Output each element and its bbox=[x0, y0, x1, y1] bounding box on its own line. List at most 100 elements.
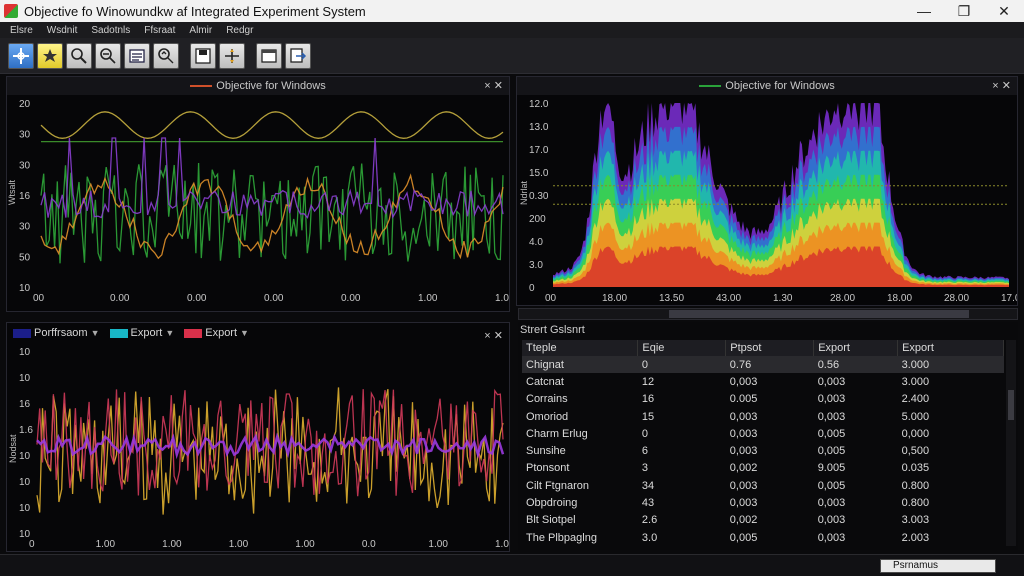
y-tick-label: 200 bbox=[529, 214, 546, 225]
table-cell: 0,003 bbox=[817, 393, 846, 406]
data-table: Tteple Eqie Ptpsot Export Export Chignat… bbox=[522, 340, 1004, 546]
table-cell: 0,003 bbox=[817, 531, 846, 544]
table-cell: 0.035 bbox=[901, 462, 930, 475]
vertical-scrollbar[interactable] bbox=[1006, 340, 1016, 546]
x-tick-label: 1.00 bbox=[495, 539, 509, 550]
column-header[interactable]: Export bbox=[813, 340, 899, 356]
series-selector-bar: Porffrsaom ▼ Export ▼ Export ▼ bbox=[13, 327, 249, 339]
minimize-button[interactable]: — bbox=[904, 3, 944, 19]
export-tool-button[interactable] bbox=[285, 42, 311, 69]
table-cell: 0,003 bbox=[817, 514, 846, 527]
menu-item-1[interactable]: Elsre bbox=[10, 25, 33, 36]
x-tick-label: 1.00 bbox=[495, 293, 509, 304]
panel-header: Objective for Windows × ✕ bbox=[7, 77, 509, 95]
y-tick-label: 10 bbox=[19, 373, 31, 384]
table-row[interactable]: Blt Siotpel 2.6 0,002 0,003 3.003 bbox=[522, 512, 1004, 529]
table-cell: 0,005 bbox=[817, 427, 846, 440]
top-left-chart[interactable]: Wtsalt 20 30 30 16 30 50 1000 0.00 0.00 0.00 0.00 1… bbox=[7, 95, 509, 311]
series-swatch bbox=[13, 328, 31, 338]
bottom-left-chart[interactable]: Nodsat 1010161.6101010100 1.00 1.00 1.00 1.0… bbox=[7, 343, 509, 553]
chevron-down-icon: ▼ bbox=[165, 328, 175, 338]
menu-item-6[interactable]: Redgr bbox=[226, 25, 253, 36]
y-tick-label: 1.6 bbox=[19, 425, 33, 436]
table-cell: 0,002 bbox=[729, 462, 758, 475]
y-tick-label: 10 bbox=[19, 347, 31, 358]
table-row[interactable]: Catcnat 12 0,003 0,003 3.000 bbox=[522, 373, 1004, 390]
column-header[interactable]: Tteple bbox=[522, 340, 639, 356]
table-row[interactable]: Obpdroing 43 0,003 0,003 0.800 bbox=[522, 494, 1004, 511]
zoom-out-tool-button[interactable] bbox=[95, 42, 121, 69]
panel-close-button[interactable]: × ✕ bbox=[484, 79, 503, 92]
table-cell: 15 bbox=[641, 410, 655, 423]
table-cell: Cilt Ftgnaron bbox=[526, 479, 589, 492]
save-icon bbox=[195, 47, 211, 64]
data-table-panel: Strert Gslsnrt Tteple Eqie Ptpsot Export… bbox=[518, 322, 1018, 550]
table-row[interactable]: Chignat 0 0.76 0.56 3.000 bbox=[522, 356, 1004, 374]
table-cell: Sunsihe bbox=[526, 445, 566, 458]
close-button[interactable]: ✕ bbox=[984, 3, 1024, 20]
table-row[interactable]: Omoriod 15 0,003 0,003 5.000 bbox=[522, 408, 1004, 425]
zoom-in-tool-button[interactable] bbox=[66, 42, 92, 69]
scrollbar-thumb[interactable] bbox=[669, 310, 969, 318]
column-header[interactable]: Export bbox=[897, 340, 1004, 356]
table-cell: 0.800 bbox=[901, 479, 930, 492]
pan-tool-button[interactable] bbox=[153, 42, 179, 69]
window-title: Objective fo Winowundkw af Integrated Ex… bbox=[24, 3, 366, 19]
table-cell: 0,003 bbox=[729, 497, 758, 510]
menu-item-4[interactable]: Ffsraat bbox=[144, 25, 175, 36]
column-header[interactable]: Eqie bbox=[637, 340, 727, 356]
table-row[interactable]: Ptonsont 3 0,002 9.005 0.035 bbox=[522, 460, 1004, 477]
table-row[interactable]: The Plbpaglng 3.0 0,005 0,003 2.003 bbox=[522, 529, 1004, 546]
y-tick-label: 20 bbox=[19, 99, 31, 110]
star-tool-button[interactable] bbox=[37, 42, 63, 69]
x-tick-label: 0.0 bbox=[362, 539, 376, 550]
table-row[interactable]: Sunsihe 6 0,003 0,005 0,500 bbox=[522, 442, 1004, 459]
menu-item-3[interactable]: Sadotnls bbox=[91, 25, 130, 36]
save-tool-button[interactable] bbox=[190, 42, 216, 69]
top-right-chart[interactable]: Ndrlat 12.013.017.015.00.302004.03.0000 1… bbox=[517, 95, 1017, 305]
x-tick-label: 0.00 bbox=[341, 293, 361, 304]
x-tick-label: 1.00 bbox=[96, 539, 116, 550]
column-header[interactable]: Ptpsot bbox=[725, 340, 815, 356]
y-tick-label: 15.0 bbox=[529, 168, 549, 179]
table-cell: Catcnat bbox=[526, 375, 564, 388]
window-tool-button[interactable] bbox=[256, 42, 282, 69]
horizontal-scrollbar[interactable] bbox=[518, 308, 1018, 320]
table-cell: 3.000 bbox=[901, 375, 930, 388]
cursor-tool-button[interactable] bbox=[219, 42, 245, 69]
y-axis-label: Nodsat bbox=[8, 434, 18, 463]
x-tick-label: 0.00 bbox=[264, 293, 284, 304]
table-cell: 0 bbox=[641, 427, 649, 440]
legend-swatch bbox=[190, 85, 213, 87]
scrollbar-thumb[interactable] bbox=[1008, 390, 1014, 420]
table-row[interactable]: Charm Erlug 0 0,003 0,005 0,000 bbox=[522, 425, 1004, 442]
crosshair-tool-button[interactable] bbox=[8, 42, 34, 69]
table-cell: 0 bbox=[637, 356, 726, 374]
table-cell: 0,005 bbox=[817, 445, 846, 458]
series-selector-1[interactable]: Porffrsaom ▼ bbox=[13, 327, 100, 339]
table-cell: 0,003 bbox=[729, 375, 758, 388]
table-cell: Blt Siotpel bbox=[526, 514, 576, 527]
panel-title: Objective for Windows bbox=[216, 80, 326, 92]
table-cell: 2.003 bbox=[901, 531, 930, 544]
table-cell: 0.56 bbox=[813, 356, 898, 374]
panel-close-button[interactable]: × ✕ bbox=[484, 329, 503, 342]
y-tick-label: 3.0 bbox=[529, 260, 543, 271]
x-tick-label: 0.00 bbox=[187, 293, 207, 304]
menu-item-2[interactable]: Wsdnit bbox=[47, 25, 78, 36]
pan-icon bbox=[158, 47, 174, 63]
table-row[interactable]: Corrains 16 0.005 0,003 2.400 bbox=[522, 391, 1004, 408]
series-selector-3[interactable]: Export ▼ bbox=[184, 327, 249, 339]
y-tick-label: 16 bbox=[19, 191, 31, 202]
table-cell: 0.76 bbox=[725, 356, 814, 374]
panel-close-button[interactable]: × ✕ bbox=[992, 79, 1011, 92]
menu-item-5[interactable]: Almir bbox=[189, 25, 212, 36]
table-cell: Corrains bbox=[526, 393, 568, 406]
table-row[interactable]: Cilt Ftgnaron 34 0,003 0,005 0.800 bbox=[522, 477, 1004, 494]
table-cell: 0.800 bbox=[901, 497, 930, 510]
list-tool-button[interactable] bbox=[124, 42, 150, 69]
series-selector-2[interactable]: Export ▼ bbox=[109, 327, 175, 339]
y-tick-label: 16 bbox=[19, 399, 31, 410]
maximize-button[interactable]: ❐ bbox=[944, 3, 984, 20]
legend-swatch bbox=[699, 85, 722, 87]
